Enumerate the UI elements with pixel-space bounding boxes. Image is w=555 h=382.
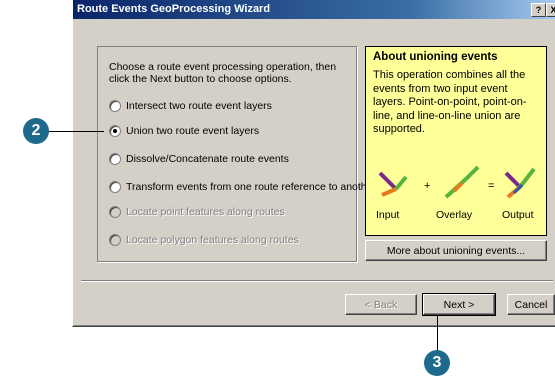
radio-label: Union two route event layers bbox=[126, 125, 260, 137]
input-icon bbox=[378, 171, 408, 197]
help-button[interactable]: ? bbox=[531, 3, 546, 17]
radio-button[interactable] bbox=[109, 181, 121, 193]
output-label: Output bbox=[502, 209, 534, 221]
title-bar: Route Events GeoProcessing Wizard ? X bbox=[73, 0, 555, 19]
radio-button[interactable] bbox=[109, 100, 121, 112]
step-2-callout: 2 bbox=[23, 118, 49, 144]
close-button[interactable]: X bbox=[546, 3, 555, 17]
callout-3-line bbox=[437, 316, 438, 352]
step-3-callout: 3 bbox=[424, 350, 450, 376]
operation-options-panel: Choose a route event processing operatio… bbox=[97, 46, 376, 262]
radio-button[interactable] bbox=[109, 153, 121, 165]
radio-label: Transform events from one route referenc… bbox=[126, 181, 376, 193]
radio-dissolve[interactable]: Dissolve/Concatenate route events bbox=[109, 152, 289, 166]
overlay-label: Overlay bbox=[436, 209, 473, 221]
wizard-dialog: Route Events GeoProcessing Wizard ? X Ch… bbox=[72, 0, 555, 327]
more-about-button[interactable]: More about unioning events... bbox=[365, 240, 547, 261]
radio-label: Intersect two route event layers bbox=[126, 100, 272, 112]
radio-union[interactable]: Union two route event layers bbox=[109, 124, 259, 138]
callout-2-line bbox=[48, 131, 104, 132]
output-icon bbox=[504, 167, 536, 199]
radio-label: Locate point features along routes bbox=[126, 206, 285, 218]
back-button: < Back bbox=[345, 294, 417, 315]
instruction-text: Choose a route event processing operatio… bbox=[109, 61, 337, 85]
overlay-icon bbox=[444, 165, 480, 199]
cancel-button[interactable]: Cancel bbox=[507, 294, 555, 315]
input-label: Input bbox=[376, 209, 400, 221]
radio-locate-polygons: Locate polygon features along routes bbox=[109, 233, 299, 247]
radio-locate-points: Locate point features along routes bbox=[109, 205, 285, 219]
union-diagram: + = bbox=[378, 165, 536, 199]
radio-label: Locate polygon features along routes bbox=[126, 234, 299, 246]
separator bbox=[81, 280, 553, 282]
equals-sign: = bbox=[488, 180, 494, 192]
radio-intersect[interactable]: Intersect two route event layers bbox=[109, 99, 272, 113]
info-title: About unioning events bbox=[373, 51, 498, 63]
radio-label: Dissolve/Concatenate route events bbox=[126, 153, 289, 165]
info-panel: About unioning events This operation com… bbox=[365, 46, 547, 236]
plus-sign: + bbox=[424, 180, 430, 192]
radio-button-disabled bbox=[109, 234, 121, 246]
radio-button-disabled bbox=[109, 206, 121, 218]
radio-transform[interactable]: Transform events from one route referenc… bbox=[109, 180, 376, 194]
window-title: Route Events GeoProcessing Wizard bbox=[77, 3, 271, 15]
info-description: This operation combines all the events f… bbox=[373, 69, 527, 135]
next-button[interactable]: Next > bbox=[422, 293, 496, 316]
radio-button-selected[interactable] bbox=[109, 125, 121, 137]
